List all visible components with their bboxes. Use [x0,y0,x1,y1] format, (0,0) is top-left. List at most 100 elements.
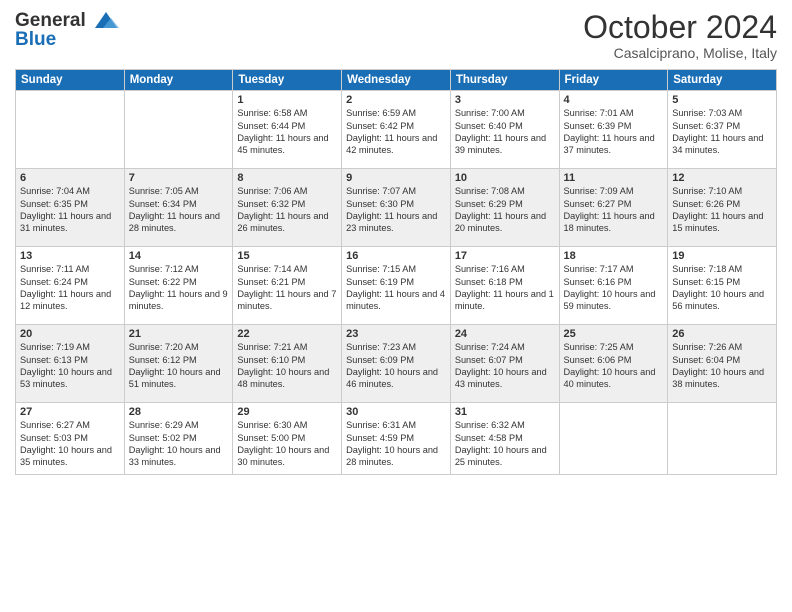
day-number: 28 [129,406,229,418]
weekday-header-saturday: Saturday [668,70,777,91]
day-info: Sunrise: 7:25 AM Sunset: 6:06 PM Dayligh… [564,341,664,391]
day-number: 22 [237,328,337,340]
day-number: 2 [346,94,446,106]
weekday-header-monday: Monday [124,70,233,91]
calendar-cell: 29Sunrise: 6:30 AM Sunset: 5:00 PM Dayli… [233,403,342,475]
calendar-cell: 7Sunrise: 7:05 AM Sunset: 6:34 PM Daylig… [124,169,233,247]
day-info: Sunrise: 6:31 AM Sunset: 4:59 PM Dayligh… [346,419,446,469]
day-info: Sunrise: 7:10 AM Sunset: 6:26 PM Dayligh… [672,185,772,235]
calendar-cell: 25Sunrise: 7:25 AM Sunset: 6:06 PM Dayli… [559,325,668,403]
weekday-header-tuesday: Tuesday [233,70,342,91]
day-info: Sunrise: 6:58 AM Sunset: 6:44 PM Dayligh… [237,107,337,157]
logo: General Blue [15,10,119,49]
calendar-cell: 18Sunrise: 7:17 AM Sunset: 6:16 PM Dayli… [559,247,668,325]
calendar-cell: 30Sunrise: 6:31 AM Sunset: 4:59 PM Dayli… [342,403,451,475]
day-number: 17 [455,250,555,262]
calendar-row: 20Sunrise: 7:19 AM Sunset: 6:13 PM Dayli… [16,325,777,403]
day-info: Sunrise: 7:09 AM Sunset: 6:27 PM Dayligh… [564,185,664,235]
day-number: 10 [455,172,555,184]
day-number: 11 [564,172,664,184]
title-block: October 2024 Casalciprano, Molise, Italy [583,10,777,61]
day-info: Sunrise: 7:08 AM Sunset: 6:29 PM Dayligh… [455,185,555,235]
day-info: Sunrise: 6:59 AM Sunset: 6:42 PM Dayligh… [346,107,446,157]
day-info: Sunrise: 7:03 AM Sunset: 6:37 PM Dayligh… [672,107,772,157]
weekday-header-friday: Friday [559,70,668,91]
calendar-cell: 24Sunrise: 7:24 AM Sunset: 6:07 PM Dayli… [450,325,559,403]
day-info: Sunrise: 7:16 AM Sunset: 6:18 PM Dayligh… [455,263,555,313]
calendar-cell: 14Sunrise: 7:12 AM Sunset: 6:22 PM Dayli… [124,247,233,325]
calendar-cell: 21Sunrise: 7:20 AM Sunset: 6:12 PM Dayli… [124,325,233,403]
calendar-cell: 5Sunrise: 7:03 AM Sunset: 6:37 PM Daylig… [668,91,777,169]
day-info: Sunrise: 6:30 AM Sunset: 5:00 PM Dayligh… [237,419,337,469]
day-info: Sunrise: 7:15 AM Sunset: 6:19 PM Dayligh… [346,263,446,313]
calendar-cell: 2Sunrise: 6:59 AM Sunset: 6:42 PM Daylig… [342,91,451,169]
calendar-cell: 27Sunrise: 6:27 AM Sunset: 5:03 PM Dayli… [16,403,125,475]
header: General Blue October 2024 Casalciprano, … [15,10,777,61]
day-info: Sunrise: 6:27 AM Sunset: 5:03 PM Dayligh… [20,419,120,469]
day-info: Sunrise: 6:29 AM Sunset: 5:02 PM Dayligh… [129,419,229,469]
day-info: Sunrise: 7:06 AM Sunset: 6:32 PM Dayligh… [237,185,337,235]
day-info: Sunrise: 7:18 AM Sunset: 6:15 PM Dayligh… [672,263,772,313]
calendar-cell: 6Sunrise: 7:04 AM Sunset: 6:35 PM Daylig… [16,169,125,247]
day-info: Sunrise: 7:20 AM Sunset: 6:12 PM Dayligh… [129,341,229,391]
calendar-cell: 4Sunrise: 7:01 AM Sunset: 6:39 PM Daylig… [559,91,668,169]
day-number: 19 [672,250,772,262]
calendar-cell: 31Sunrise: 6:32 AM Sunset: 4:58 PM Dayli… [450,403,559,475]
calendar-cell: 12Sunrise: 7:10 AM Sunset: 6:26 PM Dayli… [668,169,777,247]
calendar-cell: 15Sunrise: 7:14 AM Sunset: 6:21 PM Dayli… [233,247,342,325]
calendar-page: General Blue October 2024 Casalciprano, … [0,0,792,612]
calendar-cell [668,403,777,475]
day-number: 1 [237,94,337,106]
day-info: Sunrise: 7:05 AM Sunset: 6:34 PM Dayligh… [129,185,229,235]
day-number: 25 [564,328,664,340]
day-info: Sunrise: 7:12 AM Sunset: 6:22 PM Dayligh… [129,263,229,313]
calendar-cell: 9Sunrise: 7:07 AM Sunset: 6:30 PM Daylig… [342,169,451,247]
day-number: 26 [672,328,772,340]
calendar-cell: 17Sunrise: 7:16 AM Sunset: 6:18 PM Dayli… [450,247,559,325]
day-number: 5 [672,94,772,106]
month-title: October 2024 [583,10,777,45]
logo-blue: Blue [15,30,119,49]
calendar-cell: 11Sunrise: 7:09 AM Sunset: 6:27 PM Dayli… [559,169,668,247]
calendar-table: SundayMondayTuesdayWednesdayThursdayFrid… [15,69,777,475]
day-number: 20 [20,328,120,340]
calendar-cell [559,403,668,475]
day-number: 13 [20,250,120,262]
day-info: Sunrise: 7:14 AM Sunset: 6:21 PM Dayligh… [237,263,337,313]
day-info: Sunrise: 7:23 AM Sunset: 6:09 PM Dayligh… [346,341,446,391]
day-number: 27 [20,406,120,418]
day-info: Sunrise: 6:32 AM Sunset: 4:58 PM Dayligh… [455,419,555,469]
day-info: Sunrise: 7:00 AM Sunset: 6:40 PM Dayligh… [455,107,555,157]
calendar-row: 13Sunrise: 7:11 AM Sunset: 6:24 PM Dayli… [16,247,777,325]
calendar-cell: 19Sunrise: 7:18 AM Sunset: 6:15 PM Dayli… [668,247,777,325]
day-info: Sunrise: 7:01 AM Sunset: 6:39 PM Dayligh… [564,107,664,157]
calendar-cell [124,91,233,169]
weekday-header-row: SundayMondayTuesdayWednesdayThursdayFrid… [16,70,777,91]
day-number: 30 [346,406,446,418]
day-number: 8 [237,172,337,184]
day-number: 9 [346,172,446,184]
day-number: 15 [237,250,337,262]
day-number: 23 [346,328,446,340]
day-number: 31 [455,406,555,418]
day-info: Sunrise: 7:24 AM Sunset: 6:07 PM Dayligh… [455,341,555,391]
logo-icon [93,10,119,32]
calendar-row: 27Sunrise: 6:27 AM Sunset: 5:03 PM Dayli… [16,403,777,475]
day-number: 29 [237,406,337,418]
calendar-cell: 3Sunrise: 7:00 AM Sunset: 6:40 PM Daylig… [450,91,559,169]
calendar-cell: 16Sunrise: 7:15 AM Sunset: 6:19 PM Dayli… [342,247,451,325]
day-info: Sunrise: 7:21 AM Sunset: 6:10 PM Dayligh… [237,341,337,391]
day-number: 24 [455,328,555,340]
day-number: 18 [564,250,664,262]
calendar-row: 6Sunrise: 7:04 AM Sunset: 6:35 PM Daylig… [16,169,777,247]
calendar-cell: 28Sunrise: 6:29 AM Sunset: 5:02 PM Dayli… [124,403,233,475]
calendar-cell: 1Sunrise: 6:58 AM Sunset: 6:44 PM Daylig… [233,91,342,169]
day-number: 16 [346,250,446,262]
location-subtitle: Casalciprano, Molise, Italy [583,45,777,61]
day-number: 7 [129,172,229,184]
calendar-cell: 22Sunrise: 7:21 AM Sunset: 6:10 PM Dayli… [233,325,342,403]
day-number: 12 [672,172,772,184]
weekday-header-wednesday: Wednesday [342,70,451,91]
calendar-cell: 13Sunrise: 7:11 AM Sunset: 6:24 PM Dayli… [16,247,125,325]
day-number: 21 [129,328,229,340]
